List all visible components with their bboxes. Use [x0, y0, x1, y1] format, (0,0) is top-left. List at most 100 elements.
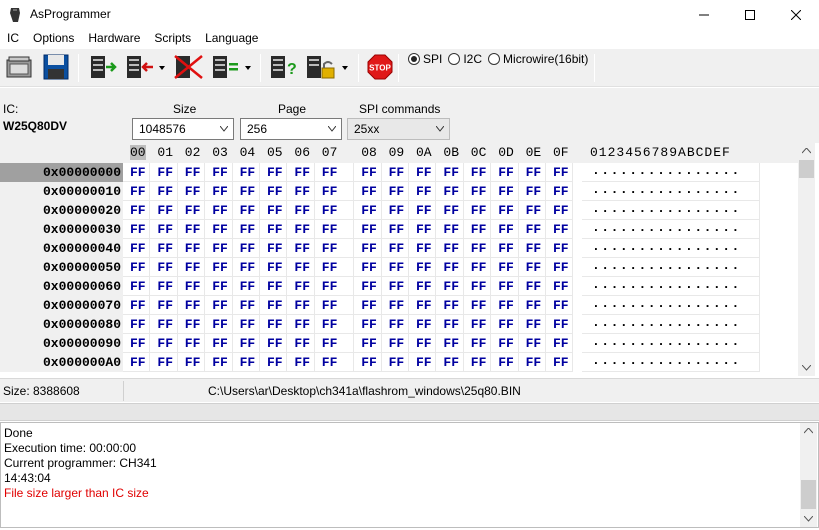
- hex-byte-cell[interactable]: FF: [123, 296, 151, 315]
- hex-byte-cell[interactable]: FF: [287, 220, 315, 239]
- hex-byte-cell[interactable]: FF: [150, 353, 178, 372]
- hex-byte-cell[interactable]: FF: [409, 182, 437, 201]
- stop-icon[interactable]: STOP: [366, 52, 394, 82]
- blank-check-icon[interactable]: ?: [268, 52, 300, 82]
- hex-byte-cell[interactable]: FF: [232, 353, 260, 372]
- hex-byte-cell[interactable]: FF: [491, 353, 519, 372]
- hex-byte-cell[interactable]: FF: [314, 353, 355, 372]
- hex-byte-cell[interactable]: FF: [260, 334, 288, 353]
- chevron-down-icon[interactable]: [243, 52, 253, 82]
- hex-byte-cell[interactable]: FF: [381, 201, 409, 220]
- hex-byte-cell[interactable]: FF: [518, 239, 546, 258]
- hex-byte-cell[interactable]: FF: [546, 258, 574, 277]
- hex-byte-cell[interactable]: FF: [546, 315, 574, 334]
- hex-byte-cell[interactable]: FF: [491, 201, 519, 220]
- hex-byte-cell[interactable]: FF: [491, 296, 519, 315]
- hex-byte-cell[interactable]: FF: [354, 277, 382, 296]
- hex-byte-cell[interactable]: FF: [409, 201, 437, 220]
- hex-byte-cell[interactable]: FF: [150, 296, 178, 315]
- hex-byte-cell[interactable]: FF: [518, 220, 546, 239]
- hex-byte-cell[interactable]: FF: [409, 334, 437, 353]
- hex-byte-cell[interactable]: FF: [518, 315, 546, 334]
- hex-byte-cell[interactable]: FF: [381, 315, 409, 334]
- radio-i2c[interactable]: [448, 53, 461, 65]
- hex-byte-cell[interactable]: FF: [260, 201, 288, 220]
- hex-byte-cell[interactable]: FF: [205, 277, 233, 296]
- menu-scripts[interactable]: Scripts: [147, 30, 198, 49]
- hex-byte-cell[interactable]: FF: [287, 258, 315, 277]
- hex-byte-cell[interactable]: FF: [314, 258, 355, 277]
- hex-byte-cell[interactable]: FF: [354, 201, 382, 220]
- hex-byte-cell[interactable]: FF: [287, 182, 315, 201]
- menu-options[interactable]: Options: [26, 30, 81, 49]
- hex-byte-cell[interactable]: FF: [260, 163, 288, 182]
- hex-byte-cell[interactable]: FF: [177, 277, 206, 296]
- hex-byte-cell[interactable]: FF: [260, 315, 288, 334]
- hex-byte-cell[interactable]: FF: [177, 163, 206, 182]
- hex-byte-cell[interactable]: FF: [463, 315, 492, 334]
- hex-byte-cell[interactable]: FF: [205, 163, 233, 182]
- hex-byte-cell[interactable]: FF: [232, 334, 260, 353]
- hex-byte-cell[interactable]: FF: [436, 315, 464, 334]
- scroll-down-icon[interactable]: [802, 365, 811, 371]
- hex-byte-cell[interactable]: FF: [409, 239, 437, 258]
- hex-byte-cell[interactable]: FF: [150, 315, 178, 334]
- hex-byte-cell[interactable]: FF: [463, 353, 492, 372]
- radio-spi-label[interactable]: SPI: [423, 52, 442, 66]
- hex-byte-cell[interactable]: FF: [354, 239, 382, 258]
- hex-byte-cell[interactable]: FF: [150, 220, 178, 239]
- hex-byte-cell[interactable]: FF: [232, 277, 260, 296]
- hex-byte-cell[interactable]: FF: [123, 277, 151, 296]
- size-select[interactable]: 1048576: [132, 118, 234, 140]
- hex-byte-cell[interactable]: FF: [463, 163, 492, 182]
- radio-microwire-label[interactable]: Microwire(16bit): [503, 52, 588, 66]
- hex-byte-cell[interactable]: FF: [518, 163, 546, 182]
- hex-byte-cell[interactable]: FF: [260, 220, 288, 239]
- hex-ascii-cell[interactable]: ................: [582, 163, 760, 182]
- hex-byte-cell[interactable]: FF: [177, 201, 206, 220]
- hex-byte-cell[interactable]: FF: [287, 277, 315, 296]
- hex-byte-cell[interactable]: FF: [354, 353, 382, 372]
- hex-byte-cell[interactable]: FF: [232, 201, 260, 220]
- maximize-button[interactable]: [727, 0, 773, 30]
- spi-commands-select[interactable]: 25xx: [347, 118, 450, 140]
- hex-byte-cell[interactable]: FF: [287, 296, 315, 315]
- hex-byte-cell[interactable]: FF: [546, 163, 574, 182]
- hex-byte-cell[interactable]: FF: [287, 239, 315, 258]
- hex-ascii-cell[interactable]: ................: [582, 239, 760, 258]
- hex-ascii-cell[interactable]: ................: [582, 182, 760, 201]
- hex-ascii-cell[interactable]: ................: [582, 220, 760, 239]
- hex-byte-cell[interactable]: FF: [150, 163, 178, 182]
- hex-byte-cell[interactable]: FF: [518, 277, 546, 296]
- hex-row[interactable]: 0x00000010 FF FF FF FF FF FF FF FF FF FF FF FF FF FF FF…: [0, 182, 798, 201]
- hex-byte-cell[interactable]: FF: [205, 239, 233, 258]
- hex-byte-cell[interactable]: FF: [123, 239, 151, 258]
- hex-byte-cell[interactable]: FF: [177, 315, 206, 334]
- hex-byte-cell[interactable]: FF: [409, 163, 437, 182]
- hex-byte-cell[interactable]: FF: [232, 239, 260, 258]
- hex-byte-cell[interactable]: FF: [177, 334, 206, 353]
- scroll-up-icon[interactable]: [802, 148, 811, 154]
- hex-byte-cell[interactable]: FF: [381, 239, 409, 258]
- hex-byte-cell[interactable]: FF: [409, 296, 437, 315]
- hex-byte-cell[interactable]: FF: [205, 334, 233, 353]
- hex-byte-cell[interactable]: FF: [205, 258, 233, 277]
- hex-byte-cell[interactable]: FF: [314, 239, 355, 258]
- hex-ascii-cell[interactable]: ................: [582, 353, 760, 372]
- hex-rows[interactable]: 0x00000000 FF FF FF FF FF FF FF FF FF FF FF FF FF FF FF…: [0, 163, 798, 372]
- hex-row[interactable]: 0x00000070 FF FF FF FF FF FF FF FF FF FF FF FF FF FF FF…: [0, 296, 798, 315]
- minimize-button[interactable]: [681, 0, 727, 30]
- hex-byte-cell[interactable]: FF: [436, 258, 464, 277]
- scroll-thumb[interactable]: [801, 480, 816, 509]
- hex-byte-cell[interactable]: FF: [287, 353, 315, 372]
- hex-byte-cell[interactable]: FF: [123, 315, 151, 334]
- hex-byte-cell[interactable]: FF: [123, 201, 151, 220]
- log-panel[interactable]: Done Execution time: 00:00:00 Current prog…: [0, 422, 819, 528]
- hex-row[interactable]: 0x00000030 FF FF FF FF FF FF FF FF FF FF FF FF FF FF FF…: [0, 220, 798, 239]
- hex-byte-cell[interactable]: FF: [381, 353, 409, 372]
- hex-byte-cell[interactable]: FF: [354, 182, 382, 201]
- hex-byte-cell[interactable]: FF: [409, 277, 437, 296]
- hex-byte-cell[interactable]: FF: [314, 277, 355, 296]
- hex-byte-cell[interactable]: FF: [150, 182, 178, 201]
- scroll-thumb[interactable]: [799, 160, 814, 178]
